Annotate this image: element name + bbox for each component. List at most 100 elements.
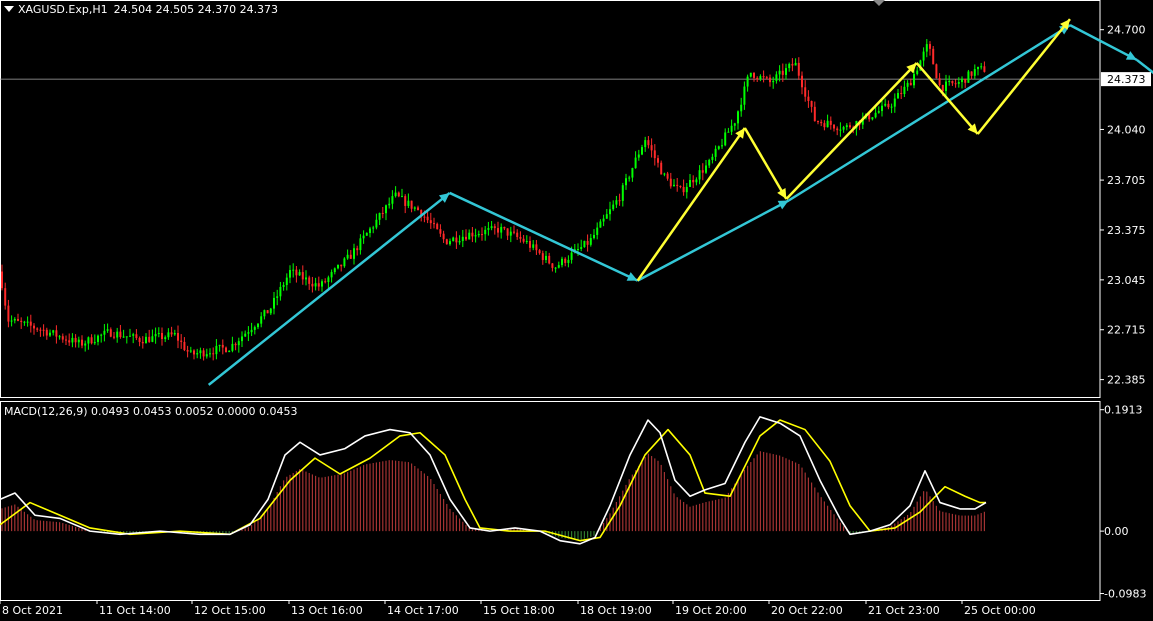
price-candle-body <box>436 223 439 230</box>
price-candle-body <box>545 255 547 261</box>
time-tick-label: 15 Oct 18:00 <box>483 604 555 617</box>
price-candle-body <box>321 281 323 287</box>
price-candle-body <box>618 200 621 202</box>
price-candle-body <box>775 74 778 81</box>
price-candle-body <box>938 78 941 86</box>
price-candle-body <box>695 179 698 183</box>
price-candle-body <box>250 329 253 333</box>
price-candle-body <box>631 168 634 178</box>
price-candle-body <box>90 337 93 344</box>
price-candle-body <box>615 200 618 205</box>
dropdown-triangle-icon[interactable] <box>4 6 14 12</box>
price-candle-body <box>567 259 570 263</box>
price-candle-body <box>71 337 74 343</box>
price-candle-body <box>145 336 147 344</box>
price-candle-body <box>823 123 826 128</box>
price-candle-body <box>260 316 263 324</box>
price-candle-body <box>957 82 960 84</box>
price-candle-body <box>612 204 615 210</box>
price-candle-body <box>369 228 371 233</box>
cyan-wave-segment <box>449 191 639 282</box>
price-candle-body <box>714 148 717 157</box>
price-candle-body <box>241 336 243 342</box>
price-candle-body <box>109 329 112 337</box>
price-candle-body <box>951 81 954 84</box>
price-candle-body <box>522 238 525 242</box>
price-candle-body <box>961 78 963 83</box>
price-candle-body <box>561 258 563 266</box>
price-candle-body <box>23 321 26 323</box>
price-candle-body <box>375 219 378 228</box>
price-candle-body <box>881 105 883 112</box>
price-candle-body <box>65 339 67 341</box>
price-candle-body <box>490 226 493 229</box>
price-candle-body <box>954 83 957 85</box>
price-candle-body <box>801 75 803 88</box>
price-candle-body <box>298 272 301 276</box>
price-candle-body <box>791 63 794 66</box>
price-candle-body <box>506 228 509 236</box>
price-candle-body <box>634 157 637 169</box>
price-candle-body <box>813 106 816 122</box>
price-candle-body <box>724 132 727 146</box>
price-candle-body <box>330 272 333 278</box>
price-candle-body <box>141 341 144 344</box>
price-candle-body <box>906 82 909 87</box>
price-candle-body <box>247 332 250 334</box>
price-candle-body <box>186 350 189 352</box>
price-tick-label: 24.040 <box>1107 123 1146 136</box>
yellow-wave-segment <box>785 62 918 200</box>
price-candle-body <box>199 350 202 354</box>
price-candle-body <box>980 66 983 68</box>
price-candle-body <box>7 305 10 322</box>
price-candle-body <box>68 340 71 343</box>
price-candle-body <box>413 207 416 209</box>
price-candle-body <box>10 320 13 322</box>
price-candle-body <box>701 170 704 173</box>
price-candle-body <box>289 270 291 278</box>
price-candle-body <box>922 51 925 61</box>
price-candle-body <box>481 234 483 236</box>
price-candle-body <box>356 248 359 251</box>
price-candle-body <box>445 239 448 245</box>
price-candle-body <box>685 186 688 193</box>
price-candle-body <box>756 77 759 80</box>
price-candle-body <box>842 127 845 130</box>
price-candle-body <box>653 150 656 159</box>
price-candle-body <box>596 227 599 235</box>
price-candle-body <box>311 283 314 287</box>
price-candle-body <box>225 347 227 353</box>
price-candle-body <box>87 337 90 344</box>
price-candle-body <box>932 48 935 65</box>
price-candle-body <box>753 72 755 78</box>
price-candle-body <box>122 336 125 338</box>
price-candle-body <box>973 69 976 76</box>
price-candle-body <box>305 277 307 280</box>
cyan-wave-segment <box>637 199 790 282</box>
time-tick-label: 20 Oct 22:00 <box>771 604 843 617</box>
price-tick-label: 24.700 <box>1107 24 1146 37</box>
price-candle-body <box>455 237 458 243</box>
price-candle-body <box>737 111 739 124</box>
price-candle-body <box>49 332 51 336</box>
price-candle-body <box>884 103 887 106</box>
time-tick-label: 13 Oct 16:00 <box>291 604 363 617</box>
price-candle-body <box>349 254 352 259</box>
price-candle-body <box>593 234 595 239</box>
price-candle-body <box>797 62 800 76</box>
price-candle-body <box>500 226 503 233</box>
price-candle-body <box>727 131 730 133</box>
price-candle-body <box>340 264 343 267</box>
yellow-wave-segment <box>743 127 788 200</box>
price-candle-body <box>605 214 608 219</box>
price-candle-body <box>900 93 903 95</box>
price-candle-body <box>708 159 711 166</box>
price-candle-body <box>295 269 298 276</box>
price-candle-body <box>829 120 832 125</box>
price-candle-body <box>135 334 138 339</box>
price-candle-body <box>650 145 653 151</box>
price-candle-body <box>663 173 666 175</box>
price-candle-body <box>602 218 605 222</box>
price-candle-body <box>173 333 176 335</box>
price-candle-body <box>263 310 266 317</box>
